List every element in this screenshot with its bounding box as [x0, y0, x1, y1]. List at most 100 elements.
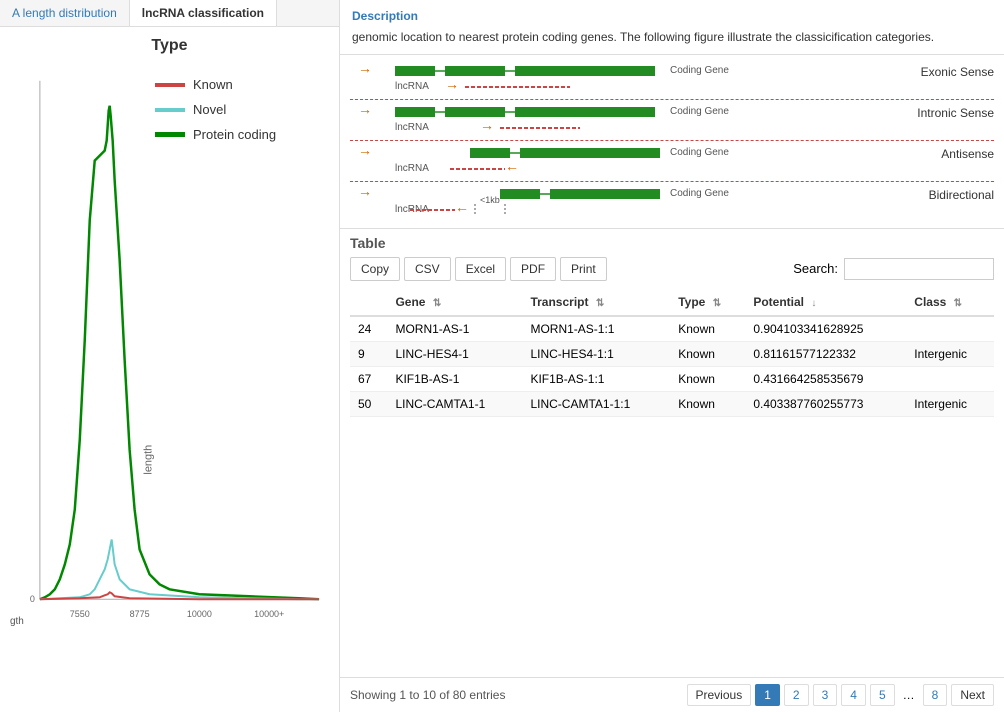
- cell-num: 50: [350, 391, 387, 416]
- legend-known: Known: [155, 77, 276, 92]
- intronic-label: Intronic Sense: [917, 106, 994, 120]
- col-gene[interactable]: Gene ⇅: [387, 289, 522, 316]
- cell-class: Intergenic: [906, 341, 994, 366]
- svg-text:lncRNA: lncRNA: [395, 163, 429, 174]
- cell-num: 67: [350, 366, 387, 391]
- cell-potential: 0.403387760255773: [745, 391, 906, 416]
- novel-line-icon: [155, 108, 185, 112]
- svg-text:Coding Gene: Coding Gene: [670, 106, 729, 117]
- table-header: Gene ⇅ Transcript ⇅ Type ⇅ Potential: [350, 289, 994, 316]
- col-potential[interactable]: Potential ↓: [745, 289, 906, 316]
- next-button[interactable]: Next: [951, 684, 994, 706]
- svg-text:←: ←: [505, 158, 519, 174]
- bidirectional-label: Bidirectional: [929, 188, 994, 202]
- table-section: Table Copy CSV Excel PDF Print Search:: [340, 229, 1004, 677]
- csv-button[interactable]: CSV: [404, 257, 451, 281]
- cell-type: Known: [670, 341, 745, 366]
- gene-sort-icon: ⇅: [433, 298, 441, 309]
- col-type[interactable]: Type ⇅: [670, 289, 745, 316]
- cell-gene: KIF1B-AS-1: [387, 366, 522, 391]
- table-row: 67 KIF1B-AS-1 KIF1B-AS-1:1 Known 0.43166…: [350, 366, 994, 391]
- pdf-button[interactable]: PDF: [510, 257, 556, 281]
- description-text: genomic location to nearest protein codi…: [352, 29, 992, 46]
- tab-lncrna-classification[interactable]: lncRNA classification: [130, 0, 277, 26]
- table-row: 24 MORN1-AS-1 MORN1-AS-1:1 Known 0.90410…: [350, 316, 994, 342]
- table-title: Table: [350, 235, 994, 251]
- cell-type: Known: [670, 391, 745, 416]
- col-num: [350, 289, 387, 316]
- svg-text:0: 0: [30, 594, 35, 604]
- cell-type: Known: [670, 366, 745, 391]
- data-table: Gene ⇅ Transcript ⇅ Type ⇅ Potential: [350, 289, 994, 417]
- page-1-button[interactable]: 1: [755, 684, 780, 706]
- top-tabs: A length distribution lncRNA classificat…: [0, 0, 339, 27]
- legend-protein: Protein coding: [155, 127, 276, 142]
- search-label: Search:: [793, 261, 838, 276]
- copy-button[interactable]: Copy: [350, 257, 400, 281]
- known-line-icon: [155, 83, 185, 87]
- svg-text:10000: 10000: [187, 609, 212, 619]
- chart-area: Type Known Novel Protein coding: [0, 27, 339, 712]
- exonic-sense-diagram: → Coding Gene lncRNA →: [350, 61, 994, 97]
- svg-text:Coding Gene: Coding Gene: [670, 188, 729, 199]
- cell-transcript: LINC-HES4-1:1: [522, 341, 670, 366]
- pagination: Showing 1 to 10 of 80 entries Previous 1…: [340, 677, 1004, 712]
- cell-transcript: MORN1-AS-1:1: [522, 316, 670, 342]
- svg-text:7550: 7550: [70, 609, 90, 619]
- svg-text:10000+: 10000+: [254, 609, 284, 619]
- table-row: 9 LINC-HES4-1 LINC-HES4-1:1 Known 0.8116…: [350, 341, 994, 366]
- chart-legend: Known Novel Protein coding: [155, 77, 276, 152]
- page-3-button[interactable]: 3: [813, 684, 838, 706]
- type-sort-icon: ⇅: [713, 298, 721, 309]
- page-2-button[interactable]: 2: [784, 684, 809, 706]
- table-row: 50 LINC-CAMTA1-1 LINC-CAMTA1-1:1 Known 0…: [350, 391, 994, 416]
- description-title: Description: [352, 8, 992, 25]
- svg-text:lncRNA: lncRNA: [395, 122, 429, 133]
- potential-sort-icon: ↓: [811, 298, 816, 309]
- svg-text:→: →: [358, 184, 372, 199]
- svg-text:→: →: [358, 61, 372, 76]
- cell-gene: MORN1-AS-1: [387, 316, 522, 342]
- class-sort-icon: ⇅: [954, 298, 962, 309]
- svg-text:Coding Gene: Coding Gene: [670, 147, 729, 158]
- antisense-diagram: → Coding Gene lncRNA ←: [350, 143, 994, 179]
- print-button[interactable]: Print: [560, 257, 607, 281]
- svg-text:Coding Gene: Coding Gene: [670, 65, 729, 76]
- svg-text:lncRNA: lncRNA: [395, 81, 429, 92]
- cell-class: [906, 366, 994, 391]
- table-controls: Copy CSV Excel PDF Print Search:: [350, 257, 994, 281]
- cell-type: Known: [670, 316, 745, 342]
- transcript-sort-icon: ⇅: [596, 298, 604, 309]
- svg-text:→: →: [358, 143, 372, 158]
- legend-novel-label: Novel: [193, 102, 226, 117]
- legend-novel: Novel: [155, 102, 276, 117]
- page-8-button[interactable]: 8: [923, 684, 948, 706]
- tab-length-distribution[interactable]: A length distribution: [0, 0, 130, 26]
- page-5-button[interactable]: 5: [870, 684, 895, 706]
- cell-gene: LINC-CAMTA1-1: [387, 391, 522, 416]
- cell-potential: 0.431664258535679: [745, 366, 906, 391]
- cell-transcript: LINC-CAMTA1-1:1: [522, 391, 670, 416]
- cell-class: [906, 316, 994, 342]
- col-class[interactable]: Class ⇅: [906, 289, 994, 316]
- cell-class: Intergenic: [906, 391, 994, 416]
- prev-button[interactable]: Previous: [687, 684, 752, 706]
- cell-potential: 0.81161577122332: [745, 341, 906, 366]
- intronic-sense-diagram: → Coding Gene lncRNA →: [350, 102, 994, 138]
- cell-num: 9: [350, 341, 387, 366]
- page-controls: Previous 1 2 3 4 5 … 8 Next: [687, 684, 995, 706]
- svg-text:<1kb: <1kb: [480, 195, 500, 205]
- page-4-button[interactable]: 4: [841, 684, 866, 706]
- cell-gene: LINC-HES4-1: [387, 341, 522, 366]
- showing-text: Showing 1 to 10 of 80 entries: [350, 688, 505, 702]
- left-panel: A length distribution lncRNA classificat…: [0, 0, 340, 712]
- search-input[interactable]: [844, 258, 994, 280]
- cell-transcript: KIF1B-AS-1:1: [522, 366, 670, 391]
- cell-num: 24: [350, 316, 387, 342]
- col-transcript[interactable]: Transcript ⇅: [522, 289, 670, 316]
- excel-button[interactable]: Excel: [455, 257, 506, 281]
- svg-text:8775: 8775: [130, 609, 150, 619]
- chart-title: Type: [0, 37, 339, 55]
- antisense-label: Antisense: [941, 147, 994, 161]
- legend-known-label: Known: [193, 77, 233, 92]
